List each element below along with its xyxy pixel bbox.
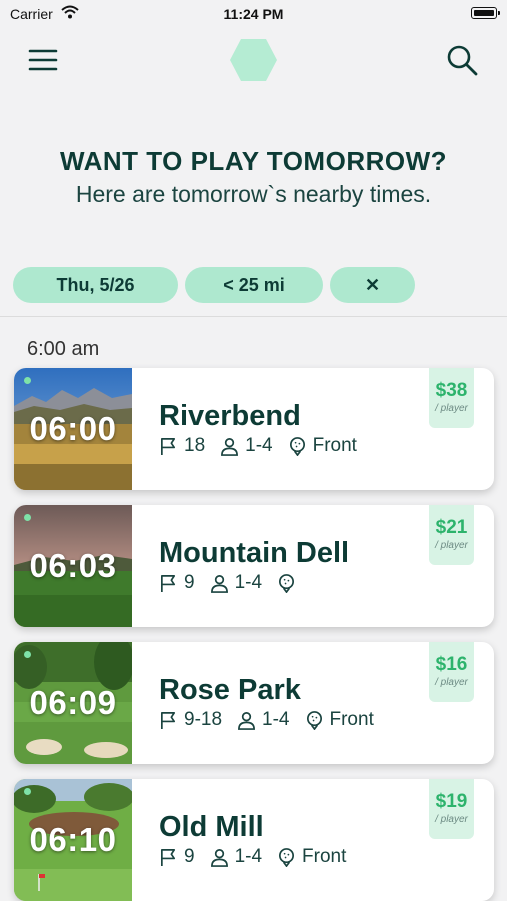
- tee-time-card[interactable]: 06:03 Mountain Dell 9 1-4 $21 / player: [14, 505, 494, 627]
- players-value: 1-4: [262, 709, 290, 730]
- tee-time-label: 06:00: [29, 410, 117, 447]
- person-icon: [238, 711, 255, 730]
- players-value: 1-4: [245, 435, 273, 456]
- top-nav: [0, 34, 507, 88]
- holes-value: 9: [184, 846, 195, 867]
- clear-filters-button[interactable]: ✕: [330, 267, 415, 303]
- holes-value: 9-18: [184, 709, 223, 730]
- holes-value: 18: [184, 435, 206, 456]
- hero-subtitle: Here are tomorrow`s nearby times.: [75, 181, 432, 207]
- tee-time-details: 9 1-4: [159, 572, 317, 594]
- price-amount: $19: [435, 791, 468, 812]
- holes-value: 9: [184, 572, 195, 593]
- golf-ball-tee-icon: [279, 573, 295, 593]
- price-amount: $21: [435, 517, 468, 538]
- price-amount: $16: [435, 654, 468, 675]
- price-unit: / player: [435, 403, 468, 414]
- course-name: Rose Park: [159, 674, 301, 706]
- tee-time-details: 18 1-4 Front: [159, 435, 372, 457]
- flag-icon: [160, 711, 176, 729]
- flag-icon: [160, 574, 176, 592]
- availability-dot: [24, 788, 31, 795]
- tee-value: Front: [329, 709, 374, 730]
- tee-time-card[interactable]: 06:09 Rose Park 9-18 1-4 Front $16 / pla…: [14, 642, 494, 764]
- status-bar: Carrier 11:24 PM: [0, 0, 507, 30]
- hero-title: WANT TO PLAY TOMORROW?: [59, 146, 448, 176]
- tee-time-label: 06:03: [29, 547, 117, 584]
- divider: [0, 316, 507, 317]
- golf-ball-tee-icon: [306, 710, 322, 730]
- hamburger-icon[interactable]: [28, 46, 58, 76]
- tee-time-details: 9-18 1-4 Front: [159, 709, 389, 731]
- battery-icon: [471, 7, 500, 19]
- tee-time-label: 06:09: [29, 684, 117, 721]
- date-filter-pill[interactable]: Thu, 5/26: [13, 267, 178, 303]
- time-section-label: 6:00 am: [27, 338, 100, 360]
- golf-ball-tee-icon: [289, 436, 305, 456]
- price-unit: / player: [435, 814, 468, 825]
- price-badge: $38 / player: [429, 368, 474, 428]
- course-name: Mountain Dell: [159, 537, 350, 569]
- price-badge: $19 / player: [429, 779, 474, 839]
- players-value: 1-4: [234, 846, 263, 867]
- person-icon: [221, 437, 239, 456]
- price-badge: $16 / player: [429, 642, 474, 702]
- hexagon-logo-icon[interactable]: [229, 38, 278, 82]
- flag-icon: [160, 437, 176, 455]
- tee-value: Front: [312, 435, 357, 456]
- availability-dot: [24, 377, 31, 384]
- hero-section: WANT TO PLAY TOMORROW? Here are tomorrow…: [0, 146, 507, 208]
- availability-dot: [24, 514, 31, 521]
- person-icon: [210, 574, 228, 593]
- tee-time-label: 06:10: [29, 821, 117, 858]
- course-name: Riverbend: [159, 400, 301, 432]
- course-name: Old Mill: [159, 811, 264, 843]
- price-amount: $38: [435, 380, 468, 401]
- status-time: 11:24 PM: [223, 6, 284, 22]
- person-icon: [210, 848, 228, 867]
- price-unit: / player: [435, 677, 468, 688]
- distance-filter-pill[interactable]: < 25 mi: [185, 267, 323, 303]
- flag-icon: [160, 848, 176, 866]
- tee-time-card[interactable]: 06:00 Riverbend 18 1-4 Front $38 / playe…: [14, 368, 494, 490]
- search-icon[interactable]: [444, 42, 480, 78]
- price-unit: / player: [435, 540, 468, 551]
- golf-ball-tee-icon: [279, 847, 295, 867]
- players-value: 1-4: [234, 572, 263, 593]
- availability-dot: [24, 651, 31, 658]
- tee-value: Front: [302, 846, 347, 867]
- tee-time-details: 9 1-4 Front: [159, 846, 361, 868]
- tee-time-card[interactable]: 06:10 Old Mill 9 1-4 Front $19 / player: [14, 779, 494, 901]
- price-badge: $21 / player: [429, 505, 474, 565]
